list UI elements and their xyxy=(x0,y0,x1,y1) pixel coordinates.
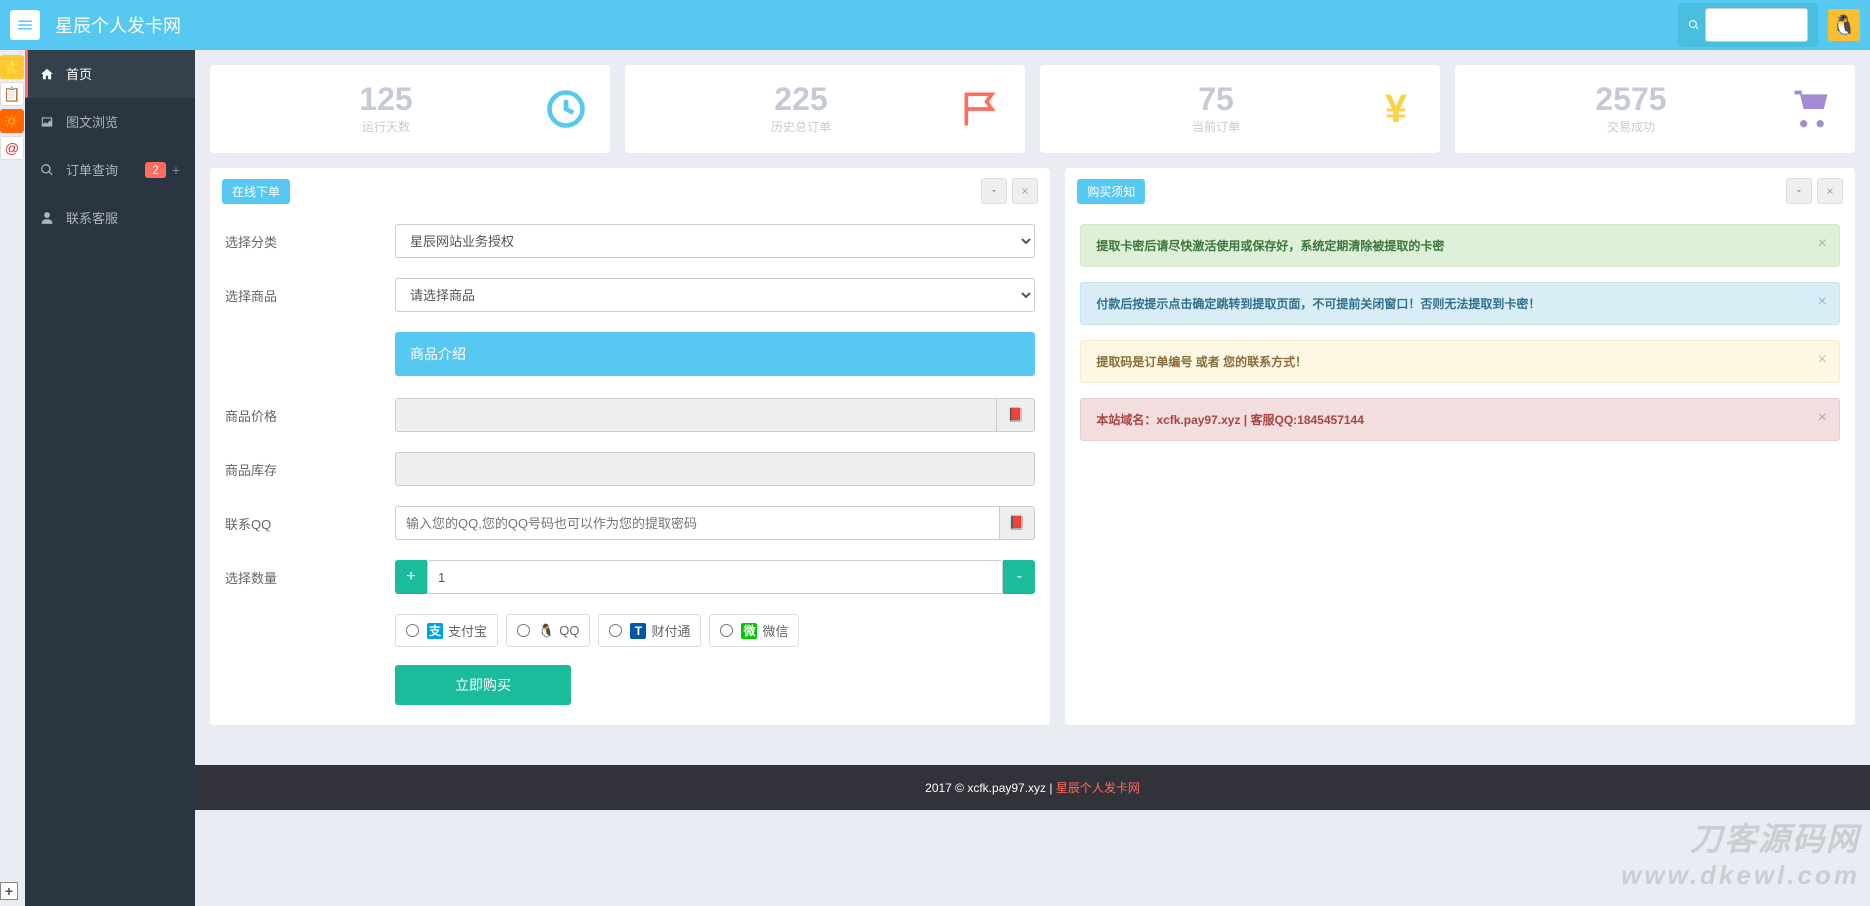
payment-options: 支支付宝 🐧QQ T财付通 微微信 xyxy=(395,614,1035,647)
sidebar-plus: + xyxy=(172,162,180,178)
stat-value: 75 xyxy=(1060,83,1372,115)
search-icon xyxy=(1688,18,1700,32)
label-product: 选择商品 xyxy=(225,286,395,305)
stat-value: 125 xyxy=(230,83,542,115)
panel-title: 购买须知 xyxy=(1077,179,1145,204)
alert-info: 付款后按提示点击确定跳转到提取页面，不可提前关闭窗口！否则无法提取到卡密！× xyxy=(1080,282,1840,325)
pay-radio[interactable] xyxy=(517,624,530,637)
sidebar-item-label: 联系客服 xyxy=(66,208,118,227)
share-icon-at[interactable]: @ xyxy=(0,136,24,160)
home-icon xyxy=(40,67,56,81)
book-icon: 📕 xyxy=(1000,506,1036,540)
sidebar-item-label: 首页 xyxy=(66,64,92,83)
label-stock: 商品库存 xyxy=(225,460,395,479)
close-icon xyxy=(1020,186,1030,196)
qty-minus-button[interactable]: - xyxy=(1003,560,1035,594)
qq-input[interactable] xyxy=(395,506,1000,540)
close-button[interactable] xyxy=(1817,178,1843,204)
sidebar-badge: 2 xyxy=(145,162,166,178)
stat-card-current: 75 当前订单 ¥ xyxy=(1040,65,1440,153)
sidebar-item-gallery[interactable]: 图文浏览 xyxy=(25,98,195,146)
sidebar-item-home[interactable]: 首页 xyxy=(25,50,195,98)
stat-label: 交易成功 xyxy=(1475,118,1787,135)
label-category: 选择分类 xyxy=(225,232,395,251)
site-title: 星辰个人发卡网 xyxy=(55,12,1678,38)
pay-radio[interactable] xyxy=(406,624,419,637)
label-quantity: 选择数量 xyxy=(225,568,395,587)
chevron-down-icon xyxy=(1794,186,1804,196)
sidebar-item-label: 图文浏览 xyxy=(66,112,118,131)
sidebar-item-label: 订单查询 xyxy=(66,160,118,179)
notice-panel: 购买须知 提取卡密后请尽快激活使用或保存好，系统定期清除被提取的卡密× 付款后按… xyxy=(1065,168,1855,725)
panel-title: 在线下单 xyxy=(222,179,290,204)
qty-plus-button[interactable]: + xyxy=(395,560,427,594)
user-icon xyxy=(40,211,56,225)
stock-display xyxy=(395,452,1035,486)
alert-danger: 本站域名：xcfk.pay97.xyz | 客服QQ:1845457144× xyxy=(1080,398,1840,441)
stat-label: 历史总订单 xyxy=(645,118,957,135)
avatar[interactable]: 🐧 xyxy=(1828,9,1860,41)
cart-icon xyxy=(1787,85,1835,133)
pay-option-qq[interactable]: 🐧QQ xyxy=(506,614,590,647)
menu-toggle-button[interactable] xyxy=(10,10,40,40)
stat-value: 2575 xyxy=(1475,83,1787,115)
stat-label: 当前订单 xyxy=(1060,118,1372,135)
pay-option-alipay[interactable]: 支支付宝 xyxy=(395,614,498,647)
alert-close-button[interactable]: × xyxy=(1818,351,1827,369)
topbar: 星辰个人发卡网 🐧 xyxy=(0,0,1870,50)
stat-card-success: 2575 交易成功 xyxy=(1455,65,1855,153)
pay-radio[interactable] xyxy=(720,624,733,637)
alert-close-button[interactable]: × xyxy=(1818,235,1827,253)
submit-button[interactable]: 立即购买 xyxy=(395,665,571,705)
order-panel: 在线下单 选择分类 星辰网站业务授权 选择商品 请选择商品 商品介绍 商品价格 xyxy=(210,168,1050,725)
alert-close-button[interactable]: × xyxy=(1818,409,1827,427)
flag-icon xyxy=(957,85,1005,133)
footer-link[interactable]: 星辰个人发卡网 xyxy=(1056,781,1140,795)
search-box[interactable] xyxy=(1678,3,1818,47)
close-button[interactable] xyxy=(1012,178,1038,204)
product-select[interactable]: 请选择商品 xyxy=(395,278,1035,312)
stat-value: 225 xyxy=(645,83,957,115)
search-input[interactable] xyxy=(1705,8,1808,42)
footer: 2017 © xcfk.pay97.xyz | 星辰个人发卡网 xyxy=(195,765,1870,810)
product-info-bar: 商品介绍 xyxy=(395,332,1035,376)
main-content: 125 运行天数 225 历史总订单 75 当前订单 ¥ xyxy=(195,50,1870,725)
yen-icon: ¥ xyxy=(1372,85,1420,133)
category-select[interactable]: 星辰网站业务授权 xyxy=(395,224,1035,258)
alert-close-button[interactable]: × xyxy=(1818,293,1827,311)
search-icon xyxy=(40,163,56,177)
sidebar: 首页 图文浏览 订单查询 2 + 联系客服 xyxy=(25,50,195,906)
stat-card-history: 225 历史总订单 xyxy=(625,65,1025,153)
sidebar-item-orders[interactable]: 订单查询 2 + xyxy=(25,146,195,194)
close-icon xyxy=(1825,186,1835,196)
qq-icon: 🐧 xyxy=(538,623,554,639)
pay-option-wechat[interactable]: 微微信 xyxy=(709,614,799,647)
stat-card-days: 125 运行天数 xyxy=(210,65,610,153)
collapse-button[interactable] xyxy=(1786,178,1812,204)
image-icon xyxy=(40,115,56,129)
alert-warning: 提取码是订单编号 或者 您的联系方式！× xyxy=(1080,340,1840,383)
bars-icon xyxy=(16,16,34,34)
share-icon-qzone[interactable]: ⭐ xyxy=(0,55,24,79)
sidebar-item-support[interactable]: 联系客服 xyxy=(25,194,195,242)
stat-row: 125 运行天数 225 历史总订单 75 当前订单 ¥ xyxy=(210,65,1855,153)
price-display xyxy=(395,398,997,432)
expand-handle[interactable]: + xyxy=(0,882,18,900)
book-icon: 📕 xyxy=(997,398,1035,432)
share-float: ⭐ 📋 🔅 @ xyxy=(0,55,24,163)
pay-radio[interactable] xyxy=(609,624,622,637)
label-price: 商品价格 xyxy=(225,406,395,425)
quantity-input[interactable] xyxy=(427,560,1003,594)
collapse-button[interactable] xyxy=(981,178,1007,204)
alert-success: 提取卡密后请尽快激活使用或保存好，系统定期清除被提取的卡密× xyxy=(1080,224,1840,267)
share-icon-general[interactable]: 📋 xyxy=(0,82,24,106)
chevron-down-icon xyxy=(989,186,999,196)
watermark: 刀客源码网 www.dkewl.com xyxy=(1621,814,1860,891)
share-icon-weibo[interactable]: 🔅 xyxy=(0,109,24,133)
label-qq: 联系QQ xyxy=(225,514,395,533)
clock-icon xyxy=(542,85,590,133)
stat-label: 运行天数 xyxy=(230,118,542,135)
pay-option-tenpay[interactable]: T财付通 xyxy=(598,614,701,647)
